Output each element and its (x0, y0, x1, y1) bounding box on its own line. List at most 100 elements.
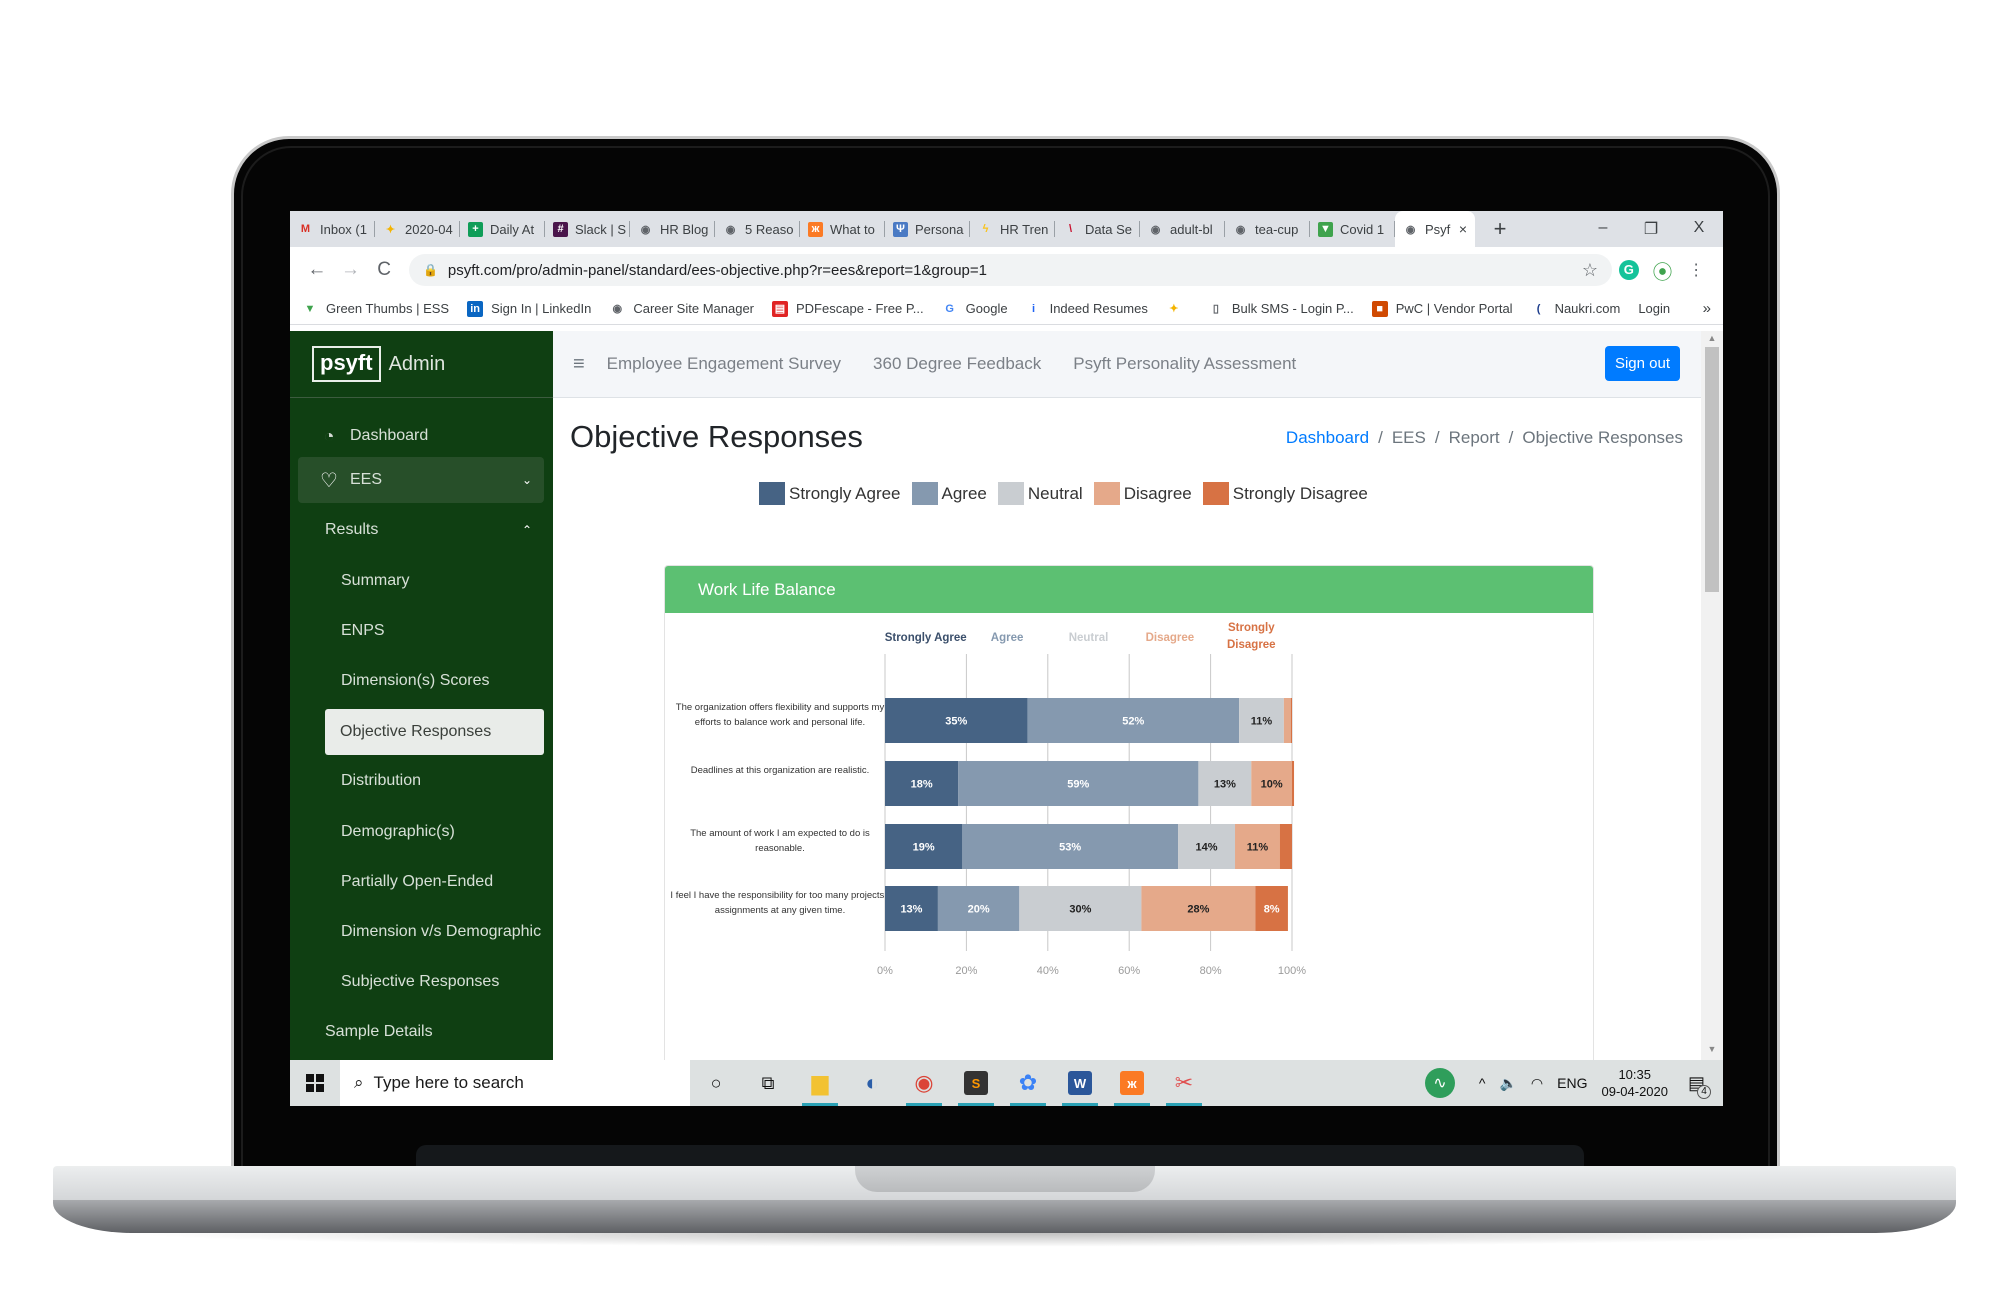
bookmark-item[interactable]: ▤ PDFescape - Free P... (772, 300, 924, 317)
taskbar-app-button[interactable]: W (1054, 1060, 1106, 1106)
browser-tab[interactable]: ✦ 2020-04 (375, 211, 460, 247)
tray-overflow-icon[interactable]: ^ (1479, 1075, 1486, 1091)
minimize-button[interactable]: – (1579, 219, 1627, 239)
bookmark-item[interactable]: ▯ Bulk SMS - Login P... (1208, 301, 1354, 317)
sidebar-item-demographics[interactable]: Demographic(s) (298, 809, 544, 855)
clock[interactable]: 10:35 09-04-2020 (1601, 1066, 1668, 1100)
sidebar-item-subjective-responses[interactable]: Subjective Responses (298, 959, 544, 1005)
url-text[interactable]: psyft.com/pro/admin-panel/standard/ees-o… (448, 262, 987, 279)
grammarly-extension-icon[interactable]: G (1612, 260, 1646, 280)
laptop-notch (855, 1166, 1155, 1192)
bolt-icon: ϟ (982, 223, 989, 235)
laptop-shadow (120, 1233, 1890, 1247)
activity-monitor-icon[interactable]: ∿ (1424, 1068, 1455, 1098)
browser-tab[interactable]: ϟ HR Tren (970, 211, 1055, 247)
scrollbar-thumb[interactable] (1705, 347, 1719, 592)
scroll-down-arrow-icon[interactable]: ▼ (1701, 1044, 1723, 1058)
fingerprint-extension-icon[interactable]: ⦿ (1646, 256, 1680, 285)
legend-item[interactable]: Agree (911, 482, 987, 505)
bar-segment (1292, 761, 1295, 806)
forward-button[interactable]: → (334, 259, 368, 281)
browser-tab[interactable]: ◉ adult-bl (1140, 211, 1225, 247)
taskbar-app-button[interactable]: ✂ (1158, 1060, 1210, 1106)
column-header: Strongly (1228, 622, 1275, 634)
brand[interactable]: psyft Admin (290, 331, 553, 398)
slack-icon: # (553, 221, 568, 237)
sidebar-item-dimension-vs-demographic[interactable]: Dimension v/s Demographic (298, 909, 544, 955)
browser-tab[interactable]: # Slack | S (545, 211, 630, 247)
legend-item[interactable]: Disagree (1093, 482, 1192, 505)
breadcrumb-ees[interactable]: EES (1392, 428, 1426, 448)
taskbar-app-button[interactable]: ◉ (898, 1060, 950, 1106)
bookmark-item[interactable]: G Google (942, 301, 1007, 317)
sheets-icon: + (468, 221, 483, 237)
bookmark-star-icon[interactable]: ☆ (1582, 260, 1598, 281)
bookmark-item[interactable]: Login (1638, 301, 1670, 316)
bookmark-item[interactable]: (Naukri.com (1531, 301, 1621, 317)
sidebar-item-enps[interactable]: ENPS (298, 608, 544, 654)
taskbar-app-button[interactable]: S (950, 1060, 1002, 1106)
sidebar-item-dimension-scores[interactable]: Dimension(s) Scores (298, 658, 544, 704)
snipping-tool-icon: ✂ (1174, 1070, 1194, 1095)
taskbar-app-button[interactable]: ✿ (1002, 1060, 1054, 1106)
legend-item[interactable]: Neutral (997, 482, 1083, 505)
browser-tab[interactable]: Ψ Persona (885, 211, 970, 247)
bookmark-item[interactable]: ■ PwC | Vendor Portal (1371, 300, 1513, 317)
browser-tab[interactable]: \ Data Se (1055, 211, 1140, 247)
sidebar-item-ees[interactable]: ♡ EES ⌄ (298, 457, 544, 503)
wifi-icon[interactable]: ◠ (1531, 1075, 1543, 1092)
hamburger-menu-icon[interactable]: ≡ (573, 353, 585, 376)
scroll-up-arrow-icon[interactable]: ▲ (1701, 333, 1723, 347)
volume-icon[interactable]: 🔈 (1499, 1075, 1516, 1092)
bookmark-item[interactable]: ◉ Career Site Manager (609, 301, 754, 317)
browser-menu-icon[interactable]: ⋮ (1679, 260, 1713, 280)
legend-item[interactable]: Strongly Disagree (1202, 482, 1368, 505)
bookmarks-overflow-button[interactable]: » (1703, 300, 1711, 317)
close-tab-icon[interactable]: × (1459, 221, 1467, 237)
browser-tab[interactable]: M Inbox (1 (290, 211, 375, 247)
new-tab-button[interactable]: + (1485, 216, 1515, 242)
taskbar-app-button[interactable]: ⧉ (742, 1060, 794, 1106)
nav-link-personality-assessment[interactable]: Psyft Personality Assessment (1073, 354, 1296, 374)
bookmark-item[interactable]: ▼ Green Thumbs | ESS (302, 301, 450, 317)
back-button[interactable]: ← (300, 259, 334, 281)
browser-tab[interactable]: ◉ 5 Reaso (715, 211, 800, 247)
address-bar[interactable]: 🔒 psyft.com/pro/admin-panel/standard/ees… (408, 254, 1613, 286)
reload-button[interactable]: C (367, 259, 401, 281)
sidebar-item-partially-open-ended[interactable]: Partially Open-Ended (298, 859, 544, 905)
browser-tab[interactable]: ◉ HR Blog (630, 211, 715, 247)
taskbar-app-button[interactable]: ▆ (794, 1060, 846, 1106)
breadcrumb-report[interactable]: Report (1449, 428, 1500, 448)
nav-link-ees[interactable]: Employee Engagement Survey (607, 354, 841, 374)
windows-start-button[interactable] (290, 1060, 340, 1106)
sign-out-button[interactable]: Sign out (1604, 346, 1680, 381)
sidebar-item-objective-responses[interactable]: Objective Responses (325, 709, 544, 755)
sidebar-item-results[interactable]: Results ⌃ (298, 507, 544, 553)
notifications-button[interactable]: ▤ 4 (1688, 1073, 1711, 1099)
sidebar-item-summary[interactable]: Summary (298, 558, 544, 604)
taskbar-app-button[interactable]: ○ (690, 1060, 742, 1106)
nav-link-360-feedback[interactable]: 360 Degree Feedback (873, 354, 1041, 374)
pdf-icon: ▤ (772, 300, 788, 317)
legend-item[interactable]: Strongly Agree (759, 482, 901, 505)
browser-tab[interactable]: ◉ tea-cup (1225, 211, 1310, 247)
breadcrumb-dashboard[interactable]: Dashboard (1286, 428, 1369, 448)
restore-button[interactable]: ❐ (1627, 219, 1675, 239)
tab-active[interactable]: ◉ Psyf × (1395, 211, 1475, 247)
page-scrollbar[interactable]: ▲ ▼ (1701, 331, 1723, 1060)
browser-tab[interactable]: ж What to (800, 211, 885, 247)
bookmark-item[interactable]: ✦ (1166, 301, 1190, 317)
bookmark-label: Green Thumbs | ESS (326, 301, 450, 316)
sidebar-item-dashboard[interactable]: ◔ Dashboard (298, 413, 544, 459)
sidebar-item-sample-details[interactable]: Sample Details (298, 1009, 544, 1055)
close-window-button[interactable]: X (1675, 219, 1723, 239)
browser-tab[interactable]: + Daily At (460, 211, 545, 247)
taskbar-search-box[interactable]: ⌕ Type here to search (340, 1060, 690, 1106)
taskbar-app-button[interactable]: ◐ (846, 1060, 898, 1106)
bookmark-item[interactable]: i Indeed Resumes (1026, 301, 1148, 317)
taskbar-app-button[interactable]: ж (1106, 1060, 1158, 1106)
sidebar-item-distribution[interactable]: Distribution (298, 758, 544, 804)
language-indicator[interactable]: ENG (1557, 1075, 1587, 1091)
browser-tab[interactable]: ▼ Covid 1 (1310, 211, 1395, 247)
bookmark-item[interactable]: in Sign In | LinkedIn (467, 300, 591, 317)
